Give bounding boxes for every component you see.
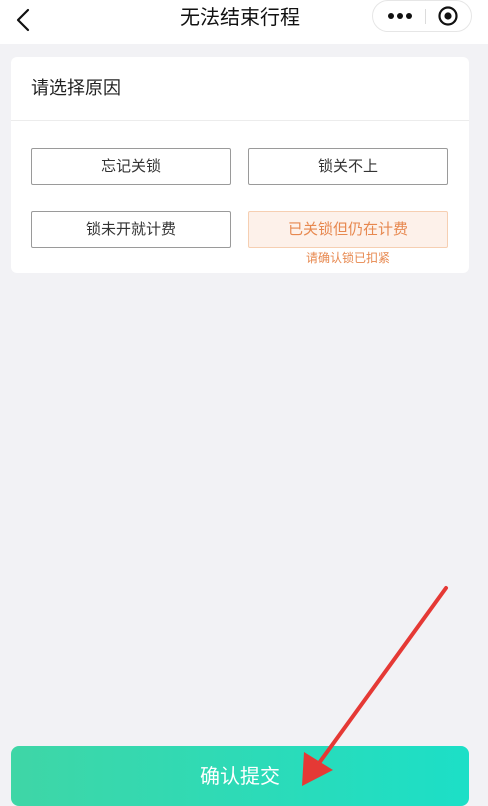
reason-option-locked-still-charging[interactable]: 已关锁但仍在计费 [248,211,448,248]
confirm-submit-button[interactable]: 确认提交 [11,746,469,806]
reason-hint: 请确认锁已扣紧 [305,251,390,265]
reason-option-forgot-lock[interactable]: 忘记关锁 [31,148,231,185]
navigation-bar: 无法结束行程 [0,0,488,44]
reason-option-cannot-lock[interactable]: 锁关不上 [248,148,448,185]
more-dots-icon[interactable] [373,1,425,31]
target-close-icon[interactable] [426,1,472,31]
reason-option-charged-before-unlock[interactable]: 锁未开就计费 [31,211,231,248]
reason-card: 请选择原因 忘记关锁 锁关不上 锁未开就计费 已关锁但仍在计费 请确认锁已扣紧 [11,57,469,273]
mini-program-capsule [372,0,472,32]
card-header: 请选择原因 [11,57,469,121]
card-title: 请选择原因 [31,78,121,99]
